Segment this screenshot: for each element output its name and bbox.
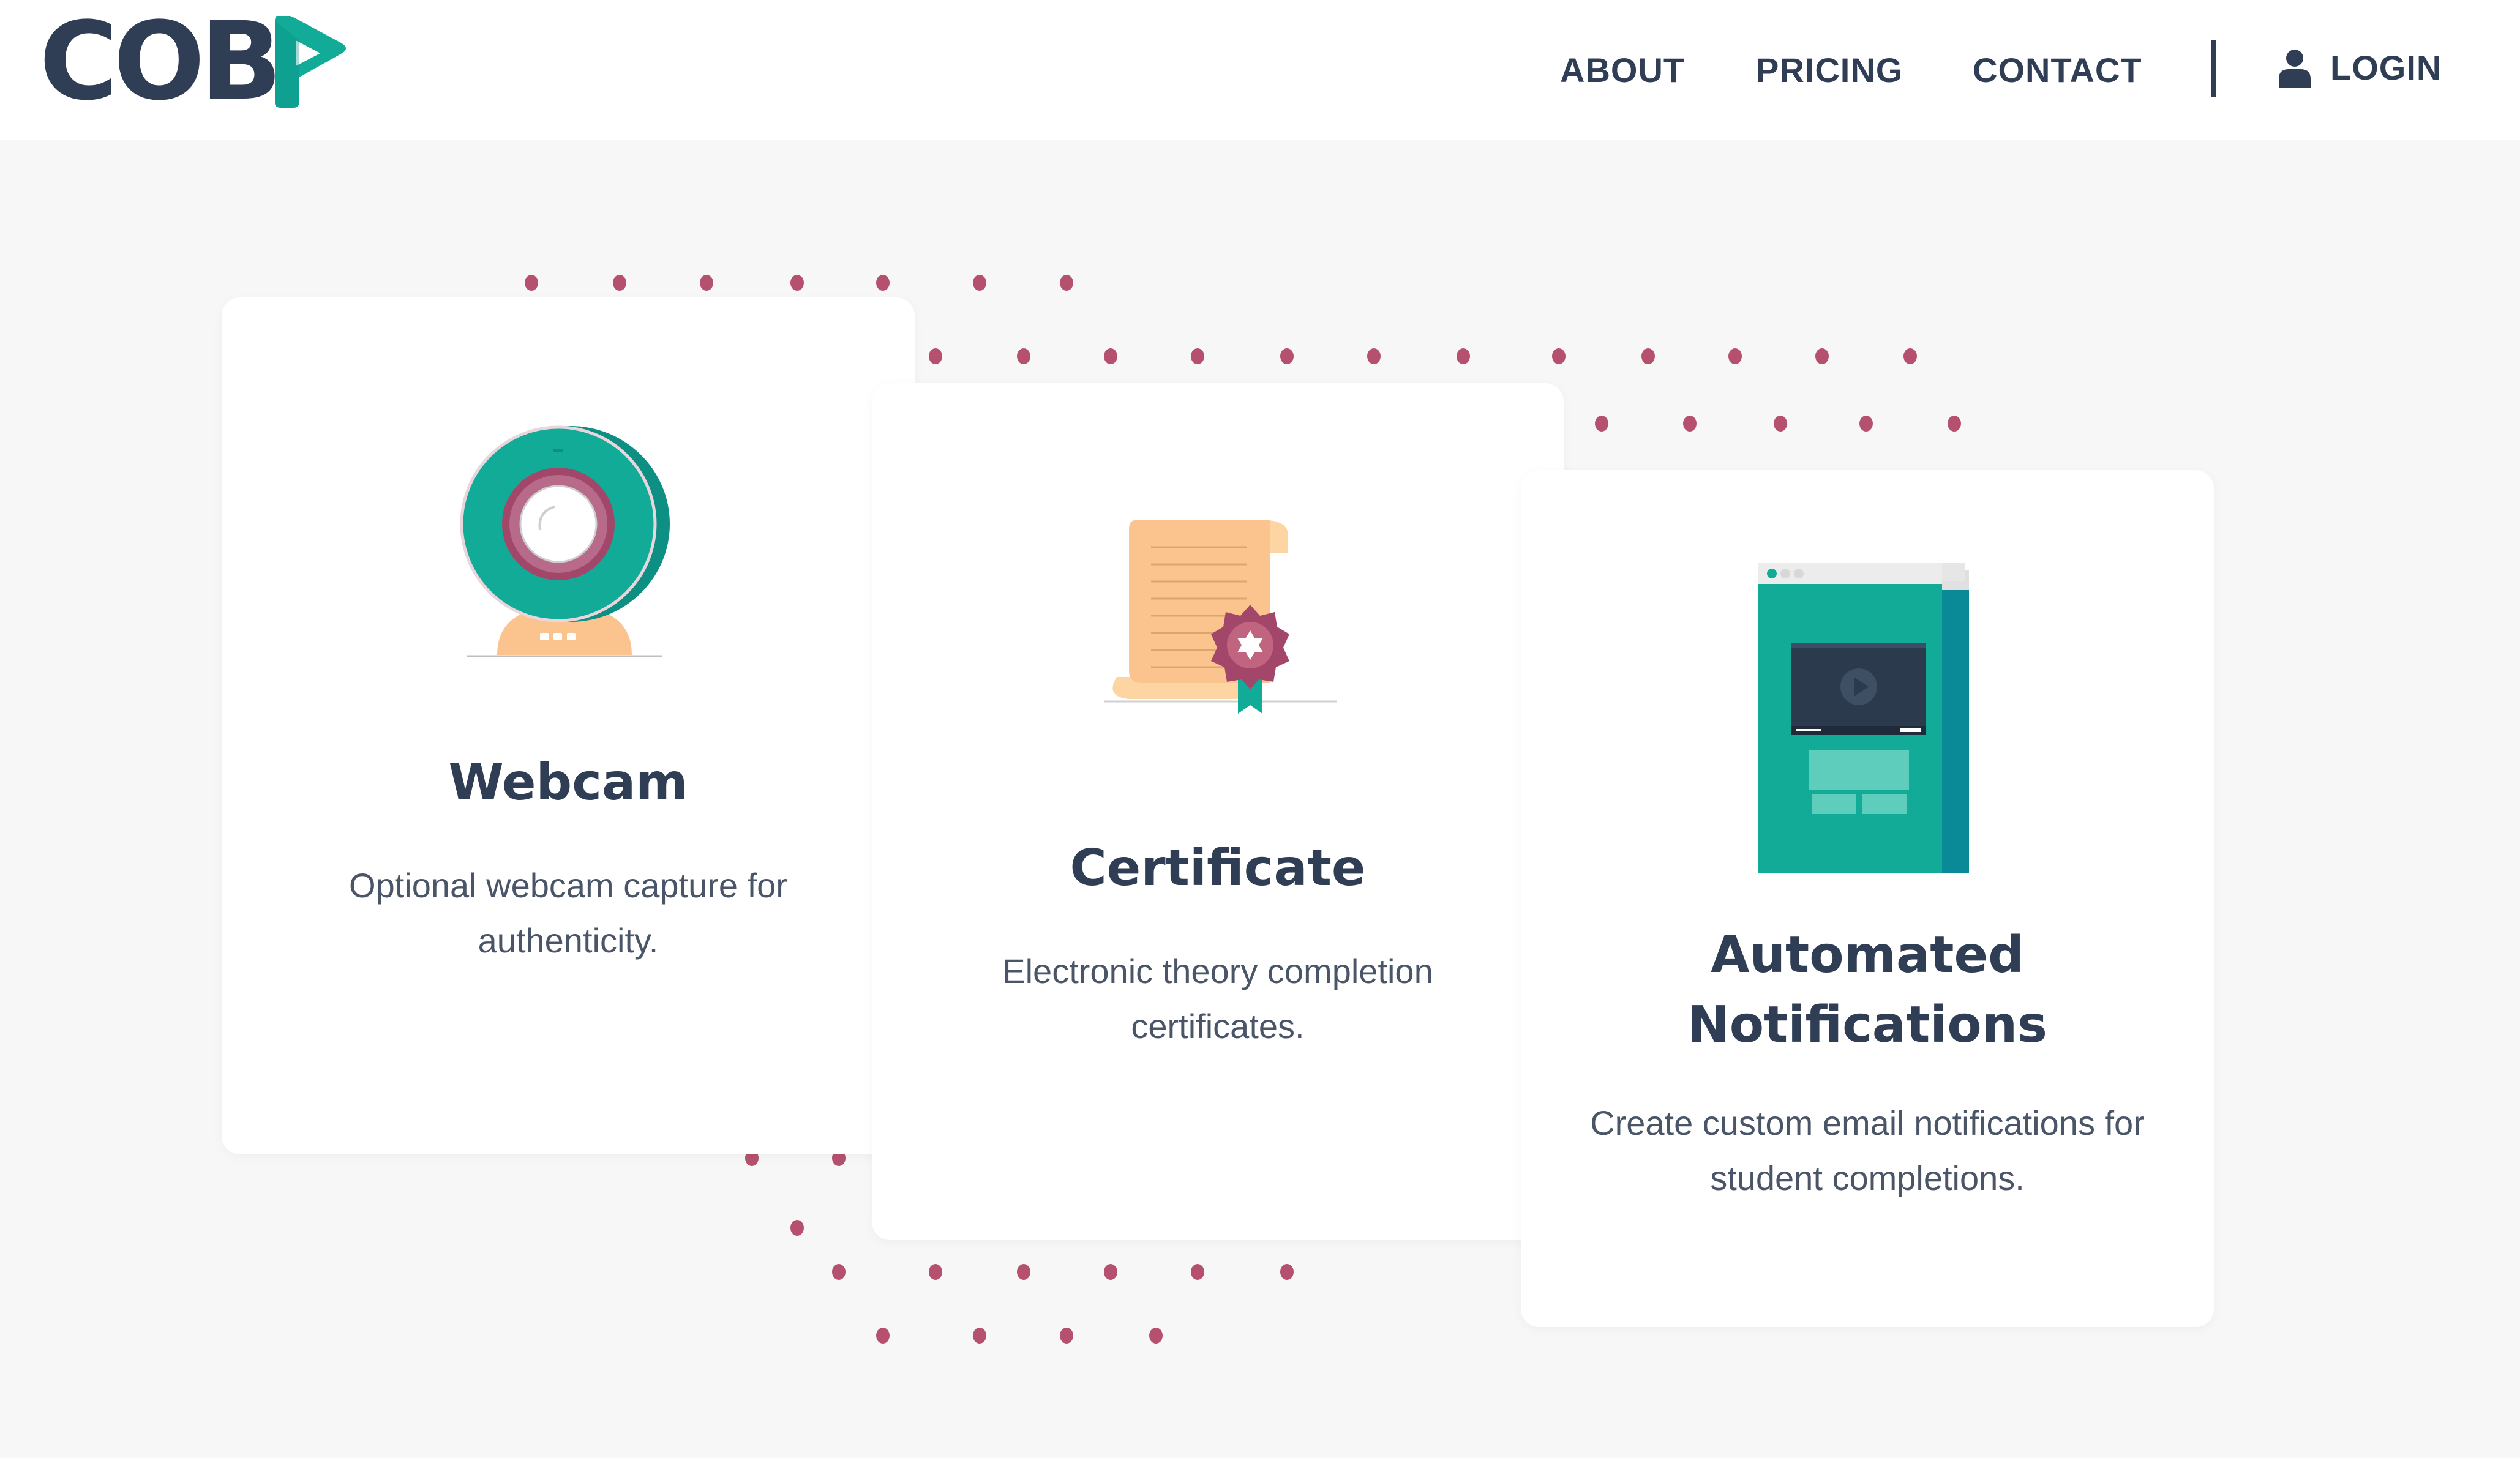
feature-title: Webcam [448, 753, 688, 812]
feature-description: Optional webcam capture for authenticity… [349, 866, 787, 960]
decorative-dot [790, 275, 804, 291]
decorative-dot [876, 275, 890, 291]
decorative-dot [1104, 1264, 1117, 1280]
decorative-dot [1280, 1264, 1294, 1280]
decorative-dot [1191, 348, 1204, 364]
decorative-dot [973, 1328, 986, 1344]
feature-description: Electronic theory completion certificate… [1002, 952, 1433, 1045]
decorative-dot [1280, 348, 1294, 364]
decorative-dot [1903, 348, 1917, 364]
decorative-dot [1683, 416, 1697, 432]
login-button[interactable]: LOGIN [2278, 48, 2442, 88]
feature-card-certificate: Certificate Electronic theory completion… [872, 383, 1564, 1240]
nav-contact-link[interactable]: CONTACT [1973, 50, 2142, 90]
decorative-dot [1367, 348, 1381, 364]
decorative-dot [1774, 416, 1787, 432]
decorative-dot [1149, 1328, 1163, 1344]
decorative-dot [929, 1264, 942, 1280]
decorative-dot [1948, 416, 1961, 432]
nav-pricing-link[interactable]: PRICING [1756, 50, 1903, 90]
feature-title: Automated Notifications [1687, 926, 2047, 1054]
decorative-dot [929, 348, 942, 364]
decorative-dot [1191, 1264, 1204, 1280]
nav-about-link[interactable]: ABOUT [1560, 50, 1685, 90]
decorative-dot [876, 1328, 890, 1344]
decorative-dot [613, 275, 626, 291]
decorative-dot [1017, 348, 1030, 364]
login-label: LOGIN [2330, 48, 2442, 87]
notification-screen-icon [1758, 563, 1969, 873]
feature-card-webcam: Webcam Optional webcam capture for authe… [222, 297, 915, 1154]
user-icon [2279, 49, 2311, 88]
decorative-dot [1060, 275, 1073, 291]
decorative-dot [1457, 348, 1470, 364]
decorative-dot [1017, 1264, 1030, 1280]
decorative-dot [1815, 348, 1829, 364]
feature-title: Certificate [1070, 839, 1366, 897]
nav-divider [2211, 40, 2216, 97]
decorative-dot [1552, 348, 1566, 364]
decorative-dot [525, 275, 538, 291]
decorative-dot [1728, 348, 1742, 364]
feature-card-notifications: Automated Notifications Create custom em… [1521, 470, 2214, 1327]
site-header: COB ABOUT PRICING CONTACT LOGIN [0, 0, 2520, 140]
webcam-icon [460, 425, 670, 657]
play-logo-icon [274, 16, 346, 108]
logo-text: COB [39, 0, 282, 124]
decorative-dot [1104, 348, 1117, 364]
feature-description: Create custom email notifications for st… [1590, 1104, 2145, 1197]
decorative-dot [1595, 416, 1608, 432]
decorative-dot [973, 275, 986, 291]
decorative-dot [832, 1264, 846, 1280]
decorative-dot [1641, 348, 1655, 364]
certificate-icon [1104, 520, 1337, 714]
decorative-dot [1060, 1328, 1073, 1344]
decorative-dot [790, 1220, 804, 1236]
decorative-dot [1859, 416, 1873, 432]
decorative-dot [700, 275, 713, 291]
brand-logo[interactable]: COB [39, 8, 354, 116]
